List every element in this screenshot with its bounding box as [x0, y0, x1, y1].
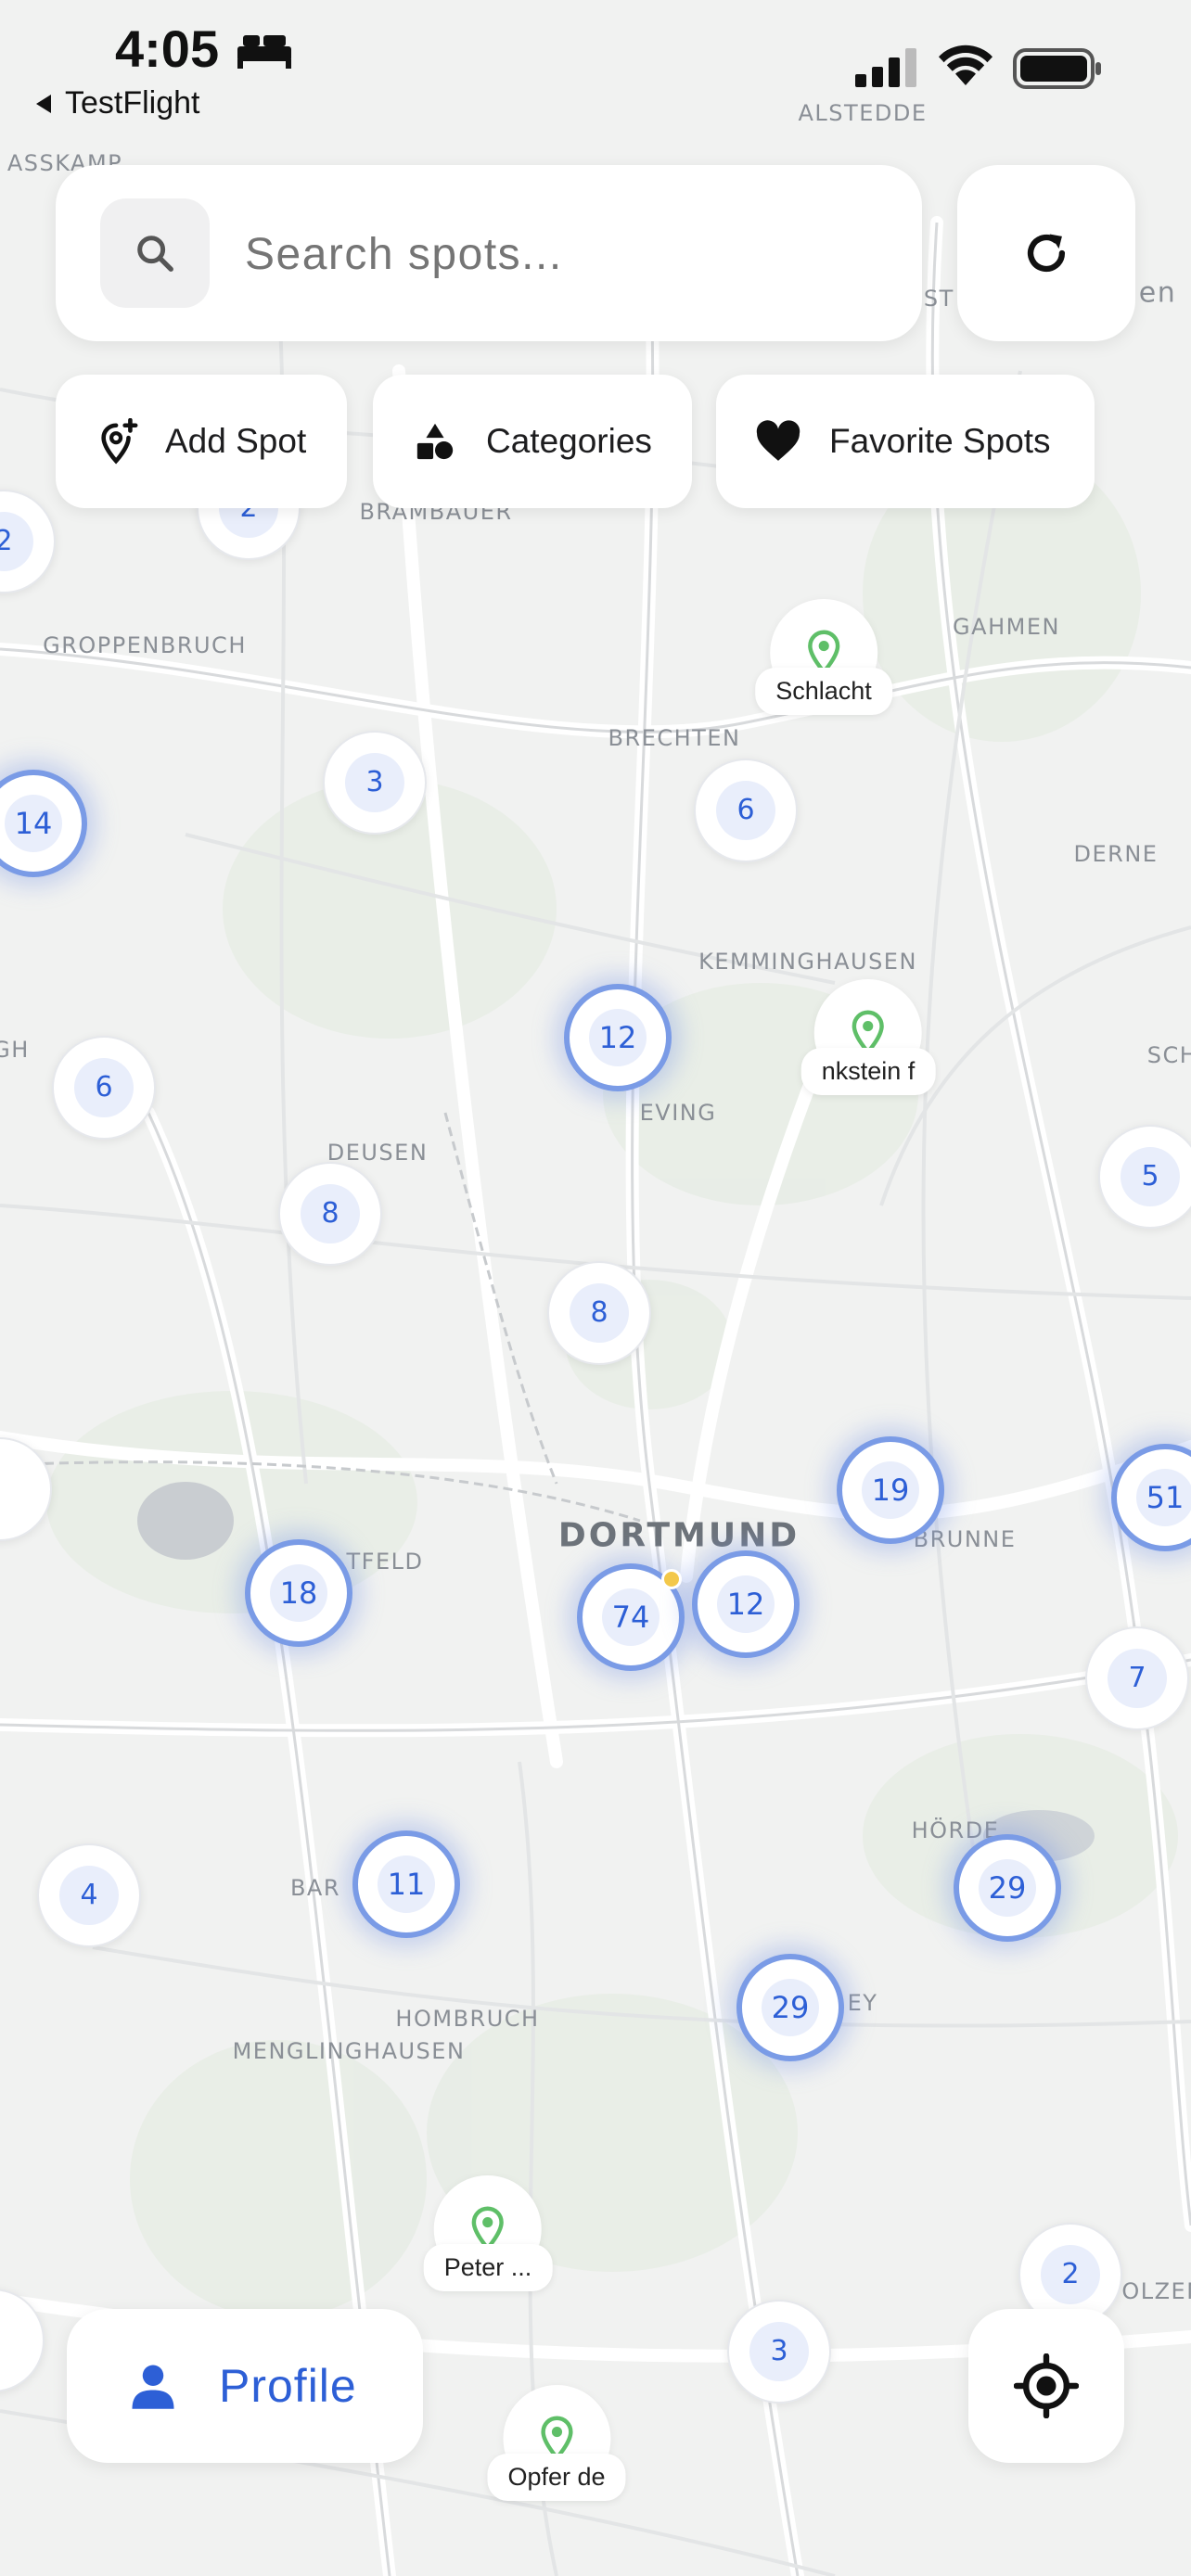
cellular-signal-icon [855, 48, 916, 87]
cluster-marker[interactable]: 7 [1085, 1626, 1189, 1730]
crosshair-icon [1014, 2353, 1079, 2418]
map-label: GROPPENBRUCH [43, 632, 247, 658]
cluster-marker[interactable]: 29 [736, 1954, 844, 2061]
search-icon-box [100, 198, 210, 308]
person-icon [132, 2365, 174, 2409]
spot-marker[interactable]: Schlacht [755, 599, 892, 715]
cluster-marker[interactable]: 6 [52, 1036, 156, 1140]
map-label: EY [847, 1990, 878, 2016]
add-spot-button[interactable]: Add Spot [56, 375, 347, 508]
refresh-icon [1027, 234, 1066, 273]
cluster-marker[interactable]: 3 [323, 731, 427, 835]
spot-marker[interactable]: nkstein f [800, 979, 936, 1095]
map-label: SCH [1146, 1042, 1191, 1068]
map-label: HOMBRUCH [395, 2006, 540, 2032]
search-input[interactable] [243, 211, 877, 297]
back-triangle-icon [36, 94, 51, 113]
cluster-marker[interactable]: 29 [954, 1834, 1061, 1942]
map-label: BRECHTEN [608, 725, 741, 751]
cluster-marker[interactable]: 12 [692, 1550, 800, 1658]
spot-label: nkstein f [800, 1048, 936, 1095]
map-label: en [1138, 276, 1177, 310]
map-label: KEMMINGHAUSEN [698, 949, 917, 975]
map-label: OLZEN [1121, 2278, 1191, 2304]
location-dot [661, 1569, 682, 1589]
heart-icon [756, 420, 800, 461]
cluster-marker[interactable]: 12 [564, 984, 672, 1091]
cluster-marker[interactable]: 6 [694, 759, 798, 862]
map-label: GAHMEN [953, 614, 1060, 640]
map-label: ALSTEDDE [798, 100, 928, 126]
favorite-spots-button[interactable]: Favorite Spots [716, 375, 1095, 508]
profile-label: Profile [219, 2360, 357, 2412]
profile-button[interactable]: Profile [67, 2309, 423, 2463]
back-app-label: TestFlight [65, 85, 200, 121]
cluster-marker[interactable]: 5 [1098, 1125, 1191, 1229]
locate-me-button[interactable] [968, 2309, 1124, 2463]
spot-label: Opfer de [487, 2454, 626, 2501]
wifi-icon [939, 45, 992, 85]
back-to-app[interactable]: TestFlight [33, 85, 200, 121]
cluster-marker[interactable]: 4 [37, 1843, 141, 1947]
cluster-marker[interactable]: 18 [245, 1539, 352, 1647]
cluster-marker[interactable]: 8 [278, 1162, 382, 1266]
spot-marker[interactable]: Opfer de [487, 2385, 626, 2501]
search-icon [137, 236, 173, 272]
map-label: DEUSEN [327, 1140, 429, 1166]
map-label-city: DORTMUND [557, 1516, 800, 1555]
search-bar[interactable] [56, 165, 922, 341]
battery-icon [1013, 48, 1101, 89]
map-label: DERNE [1073, 841, 1159, 867]
bed-icon [237, 35, 291, 69]
refresh-button[interactable] [957, 165, 1135, 341]
status-time: 4:05 [115, 19, 220, 78]
cluster-marker[interactable]: 8 [547, 1261, 651, 1365]
spot-label: Schlacht [755, 668, 892, 715]
map-label: GH [0, 1037, 30, 1063]
favorite-spots-label: Favorite Spots [829, 422, 1051, 460]
map-label: MENGLINGHAUSEN [232, 2038, 466, 2064]
categories-button[interactable]: Categories [373, 375, 692, 508]
shapes-icon [416, 423, 454, 460]
map-label: BAR [289, 1875, 341, 1901]
spot-label: Peter ... [423, 2244, 553, 2291]
cluster-marker[interactable]: 11 [352, 1830, 460, 1938]
spot-marker[interactable]: Peter ... [423, 2175, 553, 2291]
map-label: EVING [639, 1100, 717, 1126]
map-label: TFELD [346, 1549, 424, 1575]
add-spot-label: Add Spot [165, 422, 307, 460]
add-location-icon [101, 418, 138, 465]
categories-label: Categories [486, 422, 652, 460]
cluster-marker[interactable]: 3 [727, 2300, 831, 2404]
cluster-marker[interactable]: 19 [837, 1436, 944, 1544]
map-label: BRUNNE [913, 1526, 1017, 1552]
